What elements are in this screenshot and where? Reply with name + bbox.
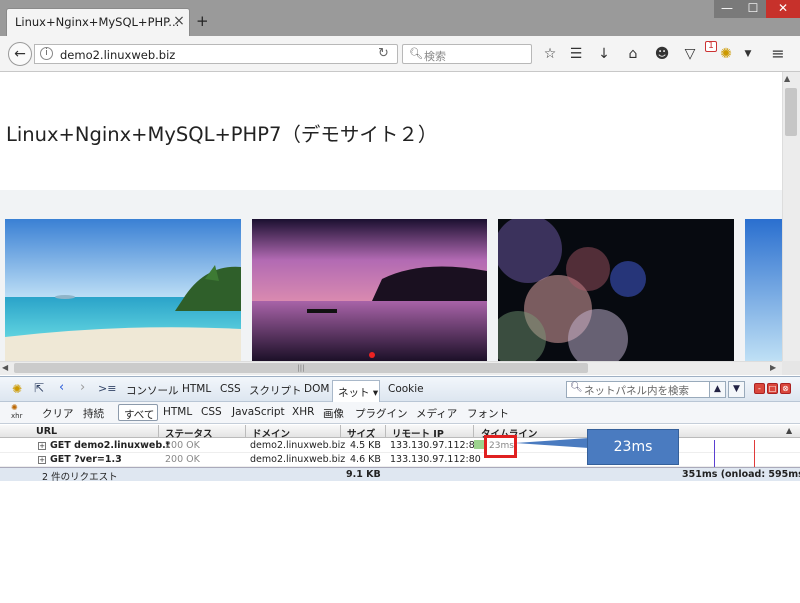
tab-net[interactable]: ネット ▾ (332, 380, 380, 402)
firebug-icon[interactable]: ✺ (717, 45, 735, 63)
chevron-down-icon[interactable]: ▼ (739, 45, 757, 63)
request-url[interactable]: GET demo2.linuxweb.t (50, 440, 170, 451)
expand-icon[interactable]: + (38, 442, 46, 450)
search-icon: 🔍︎ (570, 382, 583, 393)
search-icon: 🔍︎ (409, 47, 423, 60)
request-size: 4.5 KB (350, 440, 381, 451)
timeline-bar[interactable] (474, 440, 484, 449)
minimize-button[interactable]: — (714, 0, 740, 18)
tab-dom[interactable]: DOM (304, 383, 329, 395)
column-divider (158, 425, 159, 438)
request-ip: 133.130.97.112:80 (390, 454, 481, 465)
reading-list-icon[interactable]: ☰ (567, 45, 585, 63)
column-url[interactable]: URL (36, 426, 57, 437)
request-size: 4.6 KB (350, 454, 381, 465)
scroll-up-icon[interactable]: ▲ (784, 74, 790, 83)
column-remote-ip[interactable]: リモート IP (392, 426, 444, 440)
request-url[interactable]: GET ?ver=1.3 (50, 454, 122, 465)
net-panel-empty-area (0, 482, 800, 603)
filter-javascript[interactable]: JavaScript (232, 406, 285, 418)
scroll-left-icon[interactable]: ◀ (2, 363, 8, 372)
search-placeholder: 検索 (424, 50, 446, 63)
firebug-detach-button[interactable]: □ (767, 383, 778, 394)
url-text[interactable]: demo2.linuxweb.biz (60, 48, 175, 62)
filter-fonts[interactable]: フォント (467, 406, 509, 421)
net-search-placeholder: ネットパネル内を検索 (584, 385, 689, 397)
command-line-icon[interactable]: >≡ (98, 382, 116, 395)
filter-html[interactable]: HTML (163, 406, 192, 418)
highlight-time: 23ms (489, 441, 514, 451)
clear-button[interactable]: クリア (42, 406, 74, 421)
expand-icon[interactable]: + (38, 456, 46, 464)
download-icon[interactable]: ↓ (595, 45, 613, 63)
summary-row (0, 467, 800, 481)
maximize-button[interactable]: ☐ (740, 0, 766, 18)
inspect-icon[interactable]: ⇱ (34, 381, 44, 395)
filter-css[interactable]: CSS (201, 406, 222, 418)
filter-media[interactable]: メディア (416, 406, 457, 421)
tab-css[interactable]: CSS (220, 383, 241, 395)
beach-photo[interactable] (5, 219, 241, 361)
persist-button[interactable]: 持続 (83, 406, 104, 421)
column-divider (245, 425, 246, 438)
new-tab-button[interactable]: + (196, 14, 209, 29)
firebug-logo-icon[interactable]: ✺ (12, 382, 22, 396)
total-size: 9.1 KB (346, 469, 381, 480)
sort-arrow-icon[interactable]: ▲ (786, 426, 792, 435)
column-size[interactable]: サイズ (347, 426, 375, 440)
filter-plugins[interactable]: プラグイン (355, 406, 408, 421)
onload-line (754, 440, 755, 467)
partial-sky-photo[interactable] (745, 219, 782, 361)
close-window-button[interactable]: ✕ (766, 0, 800, 18)
search-prev-button[interactable]: ▲ (709, 381, 726, 398)
tab-script[interactable]: スクリプト (249, 383, 302, 398)
filter-all[interactable]: すべて (118, 404, 158, 421)
scroll-right-icon[interactable]: ▶ (770, 363, 776, 372)
reload-icon[interactable]: ↻ (378, 46, 389, 61)
column-divider (340, 425, 341, 438)
page-title: Linux+Nginx+MySQL+PHP7（デモサイト２） (6, 123, 438, 146)
column-domain[interactable]: ドメイン (252, 426, 290, 440)
browser-tab[interactable]: Linux+Nginx+MySQL+PHP... (6, 8, 190, 36)
tab-title: Linux+Nginx+MySQL+PHP... (15, 15, 180, 29)
filter-images[interactable]: 画像 (323, 406, 344, 421)
scroll-corner (782, 361, 800, 375)
xhr-icon[interactable]: ✺ xhr (11, 404, 22, 421)
bokeh-photo[interactable] (490, 215, 734, 369)
request-domain: demo2.linuxweb.biz (250, 440, 346, 451)
pocket-icon[interactable]: ▽ (681, 45, 699, 63)
filter-xhr[interactable]: XHR (292, 406, 314, 418)
menu-icon[interactable]: ≡ (769, 45, 787, 63)
tab-html[interactable]: HTML (182, 383, 211, 395)
request-count: 2 件のリクエスト (42, 472, 118, 483)
horizontal-scroll-thumb[interactable]: ||| (14, 363, 588, 373)
total-time: 351ms (onload: 595ms) (682, 469, 800, 480)
forward-arrow-icon[interactable]: › (80, 380, 85, 395)
smiley-icon[interactable]: ☻ (653, 45, 671, 63)
request-status: 200 OK (165, 454, 200, 465)
back-button[interactable]: ← (8, 42, 32, 66)
home-icon[interactable]: ⌂ (624, 45, 642, 63)
bookmark-star-icon[interactable]: ☆ (541, 45, 559, 63)
vertical-scroll-thumb[interactable] (785, 88, 797, 136)
sunset-lake-photo[interactable] (252, 219, 487, 361)
firebug-close-button[interactable]: ⊗ (780, 383, 791, 394)
request-status: 200 OK (165, 440, 200, 451)
callout-label: 23ms (587, 429, 679, 465)
back-arrow-icon[interactable]: ‹ (59, 380, 64, 395)
notification-badge: 1 (705, 41, 717, 52)
tab-close-icon[interactable]: × (172, 14, 186, 28)
column-status[interactable]: ステータス (165, 426, 213, 440)
dom-content-loaded-line (714, 440, 715, 467)
search-next-button[interactable]: ▼ (728, 381, 745, 398)
request-ip: 133.130.97.112:80 (390, 440, 481, 451)
info-icon[interactable]: i (40, 47, 53, 60)
column-divider (385, 425, 386, 438)
tab-console[interactable]: コンソール (126, 383, 179, 398)
column-divider (473, 425, 474, 438)
callout-pointer (515, 438, 589, 448)
firebug-minimize-button[interactable]: - (754, 383, 765, 394)
request-domain: demo2.linuxweb.biz (250, 454, 346, 465)
tab-cookie[interactable]: Cookie (388, 383, 424, 395)
